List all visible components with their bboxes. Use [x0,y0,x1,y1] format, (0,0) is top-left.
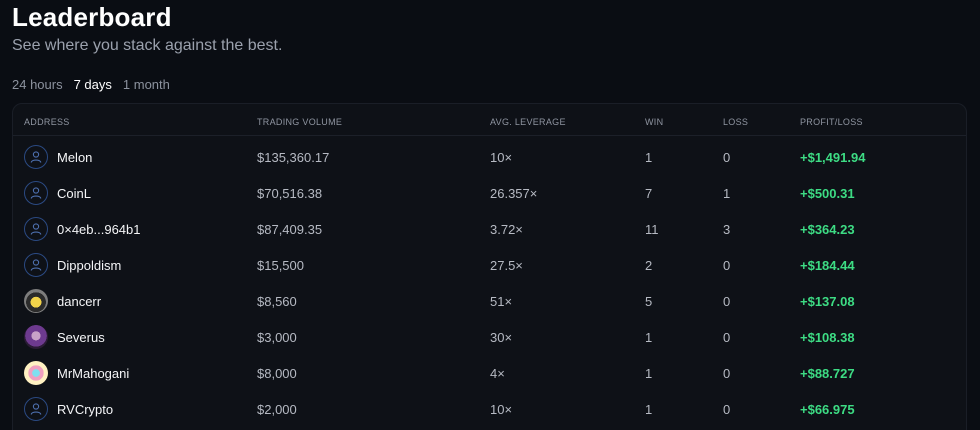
profit-loss: +$364.23 [800,222,855,237]
column-header-trading-volume: TRADING VOLUME [257,117,343,127]
trading-volume: $8,560 [257,294,297,309]
loss-count: 3 [723,222,731,237]
avg-leverage: 26.357× [490,186,538,201]
table-header: ADDRESS TRADING VOLUME AVG. LEVERAGE WIN… [13,104,966,136]
loss-count: 1 [723,186,731,201]
avatar [24,361,48,385]
win-count: 1 [645,366,653,381]
avg-leverage: 27.5× [490,258,523,273]
page-title: Leaderboard [12,2,172,32]
loss-count: 0 [723,402,731,417]
profit-loss: +$108.38 [800,330,855,345]
profit-loss: +$66.975 [800,402,855,417]
profit-loss: +$137.08 [800,294,855,309]
address-cell[interactable]: dancerr [24,289,101,313]
avg-leverage: 10× [490,402,513,417]
table-row[interactable]: Melon $135,360.17 10× 1 0 +$1,491.94 [13,139,966,175]
win-count: 1 [645,330,653,345]
table-row[interactable]: MrMahogani $8,000 4× 1 0 +$88.727 [13,355,966,391]
loss-count: 0 [723,294,731,309]
avatar [24,325,48,349]
avg-leverage: 10× [490,150,513,165]
win-count: 1 [645,150,653,165]
page-subtitle: See where you stack against the best. [12,37,283,54]
leaderboard-page: Leaderboard See where you stack against … [0,0,980,430]
win-count: 11 [645,222,659,237]
trading-volume: $87,409.35 [257,222,323,237]
user-icon [24,145,48,169]
loss-count: 0 [723,150,731,165]
trading-volume: $2,000 [257,402,297,417]
column-header-address: ADDRESS [24,117,70,127]
table-row[interactable]: CoinL $70,516.38 26.357× 7 1 +$500.31 [13,175,966,211]
address-cell[interactable]: 0×4eb...964b1 [24,217,141,241]
table-row[interactable]: Dippoldism $15,500 27.5× 2 0 +$184.44 [13,247,966,283]
address-cell[interactable]: Severus [24,325,105,349]
trading-volume: $15,500 [257,258,304,273]
trading-volume: $8,000 [257,366,297,381]
tab-1-month[interactable]: 1 month [123,77,170,92]
address-name: CoinL [57,185,91,201]
column-header-profit-loss: PROFIT/LOSS [800,117,863,127]
address-cell[interactable]: RVCrypto [24,397,113,421]
address-name: Severus [57,329,105,345]
profit-loss: +$184.44 [800,258,855,273]
trading-volume: $135,360.17 [257,150,330,165]
address-name: 0×4eb...964b1 [57,221,141,237]
profit-loss: +$1,491.94 [800,150,866,165]
avatar [24,289,48,313]
time-range-tabs: 24 hours 7 days 1 month [12,77,170,92]
table-row[interactable]: 0×4eb...964b1 $87,409.35 3.72× 11 3 +$36… [13,211,966,247]
tab-7-days[interactable]: 7 days [74,77,112,92]
win-count: 1 [645,402,653,417]
user-icon [24,397,48,421]
address-cell[interactable]: Melon [24,145,92,169]
column-header-loss: LOSS [723,117,749,127]
avg-leverage: 51× [490,294,513,309]
table-row[interactable]: dancerr $8,560 51× 5 0 +$137.08 [13,283,966,319]
trading-volume: $70,516.38 [257,186,323,201]
avg-leverage: 4× [490,366,505,381]
leaderboard-table: ADDRESS TRADING VOLUME AVG. LEVERAGE WIN… [12,103,967,430]
address-cell[interactable]: MrMahogani [24,361,129,385]
address-name: Melon [57,149,93,165]
avg-leverage: 3.72× [490,222,523,237]
address-name: Dippoldism [57,257,122,273]
win-count: 7 [645,186,653,201]
profit-loss: +$88.727 [800,366,855,381]
avg-leverage: 30× [490,330,513,345]
loss-count: 0 [723,330,731,345]
column-header-win: WIN [645,117,664,127]
loss-count: 0 [723,258,731,273]
column-header-avg-leverage: AVG. LEVERAGE [490,117,566,127]
address-name: dancerr [57,293,102,309]
tab-24-hours[interactable]: 24 hours [12,77,63,92]
table-row[interactable]: RVCrypto $2,000 10× 1 0 +$66.975 [13,391,966,427]
table-row[interactable]: Severus $3,000 30× 1 0 +$108.38 [13,319,966,355]
win-count: 2 [645,258,653,273]
user-icon [24,181,48,205]
address-cell[interactable]: Dippoldism [24,253,121,277]
trading-volume: $3,000 [257,330,297,345]
win-count: 5 [645,294,653,309]
address-name: MrMahogani [57,365,130,381]
profit-loss: +$500.31 [800,186,855,201]
user-icon [24,217,48,241]
address-cell[interactable]: CoinL [24,181,91,205]
loss-count: 0 [723,366,731,381]
user-icon [24,253,48,277]
address-name: RVCrypto [57,401,114,417]
